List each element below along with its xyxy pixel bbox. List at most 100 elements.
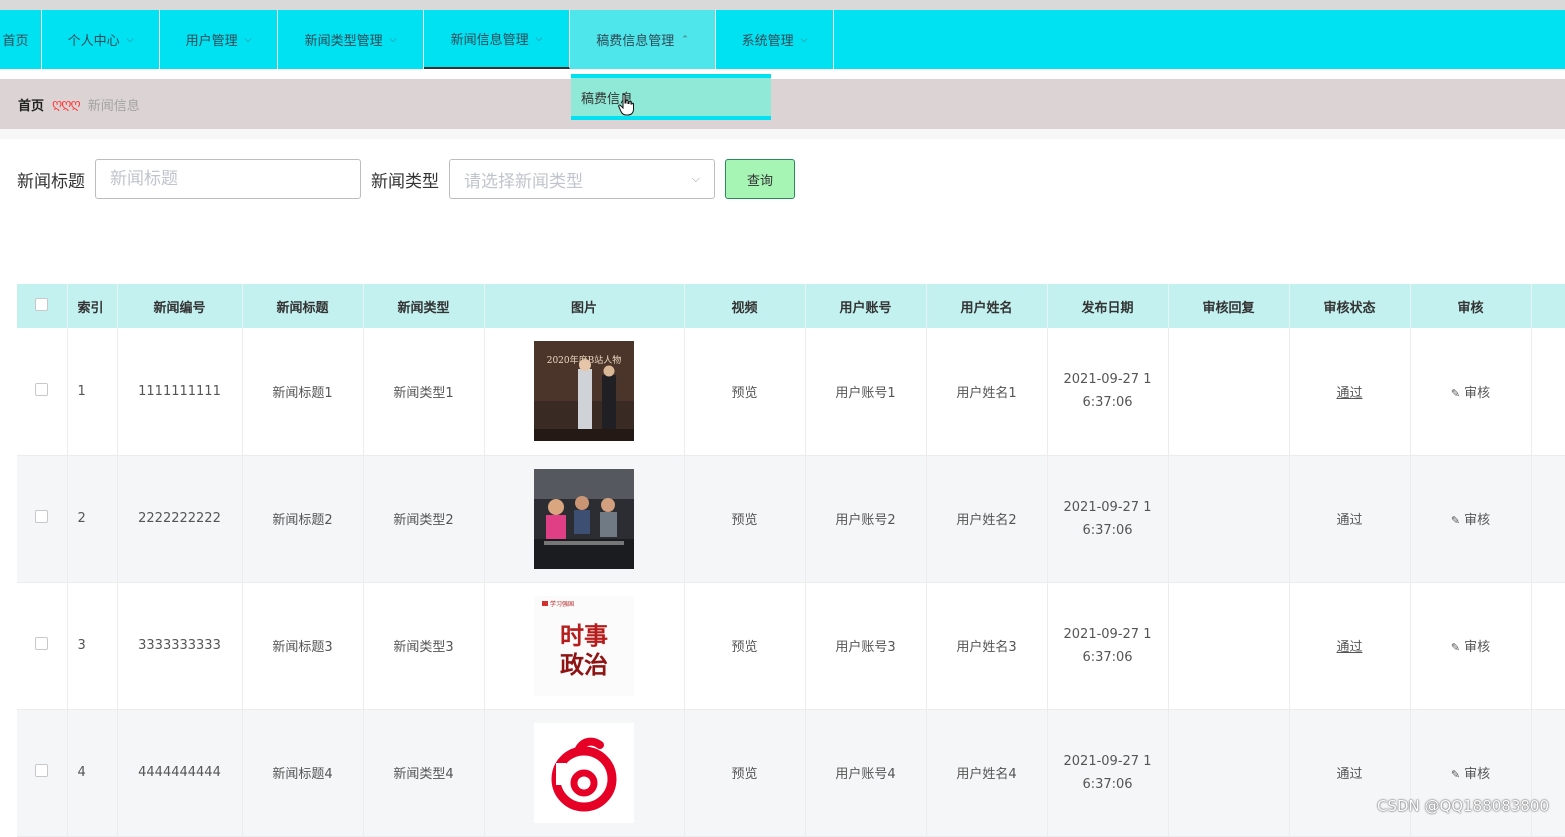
cell-video-preview[interactable]: 预览 [684,709,805,836]
cell-index: 3 [67,582,117,709]
cell-user-name: 用户姓名1 [926,328,1047,455]
news-thumbnail-netease-logo[interactable] [534,723,634,823]
date-line-1: 2021-09-27 1 [1064,627,1152,642]
chevron-down-icon: ⌵ [127,35,134,45]
cell-review-status: 通过 [1289,582,1410,709]
table-row: 3 3333333333 新闻标题3 新闻类型3 学习强国 时事 政治 预览 用… [17,582,1565,709]
nav-item-label: 首页 [2,30,28,49]
select-all-cell [17,284,67,328]
news-table: 索引 新闻编号 新闻标题 新闻类型 图片 视频 用户账号 用户姓名 发布日期 审… [17,284,1565,837]
nav-item-personal-center[interactable]: 个人中心 ⌵ [42,10,160,69]
poster-line-2: 政治 [560,651,608,679]
news-thumbnail-politics[interactable]: 学习强国 时事 政治 [534,596,634,696]
row-checkbox[interactable] [35,637,48,650]
table-row: 1 1111111111 新闻标题1 新闻类型1 2020年度B站人物 预览 用… [17,328,1565,455]
nav-item-system-management[interactable]: 系统管理 ⌵ [716,10,834,69]
date-line-2: 6:37:06 [1082,650,1132,665]
table-header-row: 索引 新闻编号 新闻标题 新闻类型 图片 视频 用户账号 用户姓名 发布日期 审… [17,284,1565,328]
cell-user-account: 用户账号3 [805,582,926,709]
query-button[interactable]: 查询 [725,159,795,199]
header-review-status: 审核状态 [1289,284,1410,328]
nav-item-news-info-management[interactable]: 新闻信息管理 ⌵ [424,10,570,69]
cell-review-action[interactable]: ✎ 审核 [1410,455,1531,582]
table-row: 4 4444444444 新闻标题4 新闻类型4 预览 用户账号4 用户姓名4 … [17,709,1565,836]
cell-news-title: 新闻标题3 [242,582,363,709]
review-button-label: 审核 [1464,386,1490,401]
cell-review-reply [1168,582,1289,709]
date-line-2: 6:37:06 [1082,523,1132,538]
cell-review-action[interactable]: ✎ 审核 [1410,328,1531,455]
date-line-1: 2021-09-27 1 [1064,754,1152,769]
nav-item-label: 用户管理 [186,30,238,49]
cell-index: 1 [67,328,117,455]
news-type-label: 新闻类型 [371,167,439,192]
edit-icon: ✎ [1451,387,1460,400]
row-checkbox[interactable] [35,764,48,777]
cell-image [484,709,684,836]
poster-line-1: 时事 [560,622,608,650]
section-divider [0,129,1565,139]
cell-news-title: 新闻标题4 [242,709,363,836]
fee-info-dropdown-menu: 稿费信息 [571,74,771,120]
cell-review-action[interactable]: ✎审核 [1410,709,1531,836]
hand-cursor-icon [618,94,634,116]
row-checkbox[interactable] [35,510,48,523]
row-select-cell [17,709,67,836]
dropdown-item-fee-info[interactable]: 稿费信息 [571,78,771,116]
cell-extra [1531,582,1565,709]
date-line-2: 6:37:06 [1082,777,1132,792]
date-line-2: 6:37:06 [1082,395,1132,410]
cell-extra [1531,709,1565,836]
news-type-select[interactable]: 请选择新闻类型 ⌵ [449,159,715,199]
chevron-down-icon: ⌵ [390,35,397,45]
news-type-placeholder: 请选择新闻类型 [464,167,583,192]
cell-review-status: 通过 [1289,328,1410,455]
chevron-up-icon: ⌃ [681,35,689,45]
search-bar: 新闻标题 新闻类型 请选择新闻类型 ⌵ 查询 [17,159,795,199]
cell-video-preview[interactable]: 预览 [684,455,805,582]
cell-image: 2020年度B站人物 [484,328,684,455]
header-extra [1531,284,1565,328]
news-title-input[interactable] [95,159,361,199]
chevron-down-icon: ⌵ [692,172,700,186]
cell-publish-date: 2021-09-27 16:37:06 [1047,455,1168,582]
header-image: 图片 [484,284,684,328]
cell-review-reply [1168,709,1289,836]
row-select-cell [17,582,67,709]
nav-item-fee-info-management[interactable]: 稿费信息管理 ⌃ [570,10,716,69]
cell-news-code: 1111111111 [117,328,242,455]
header-news-title: 新闻标题 [242,284,363,328]
nav-item-user-management[interactable]: 用户管理 ⌵ [160,10,278,69]
cell-video-preview[interactable]: 预览 [684,328,805,455]
cell-image [484,455,684,582]
cell-extra [1531,455,1565,582]
cell-user-name: 用户姓名4 [926,709,1047,836]
row-checkbox[interactable] [35,383,48,396]
cell-publish-date: 2021-09-27 1 6:37:06 [1047,328,1168,455]
cell-index: 4 [67,709,117,836]
date-line-1: 2021-09-27 1 [1064,372,1152,387]
watermark: CSDN @QQ188083800 [1377,797,1549,815]
poster-brand-text: 学习强国 [550,600,574,608]
news-thumbnail-stage[interactable]: 2020年度B站人物 [534,341,634,441]
cell-review-reply [1168,455,1289,582]
header-publish-date: 发布日期 [1047,284,1168,328]
nav-item-home[interactable]: 首页 [0,10,42,69]
cell-review-action[interactable]: ✎审核 [1410,582,1531,709]
cell-publish-date: 2021-09-27 1 6:37:06 [1047,582,1168,709]
cell-video-preview[interactable]: 预览 [684,582,805,709]
header-index: 索引 [67,284,117,328]
edit-icon: ✎ [1451,641,1460,654]
cell-user-account: 用户账号1 [805,328,926,455]
breadcrumb-home[interactable]: 首页 [18,95,44,114]
cell-review-status: 通过 [1289,709,1410,836]
header-video: 视频 [684,284,805,328]
news-thumbnail-gym[interactable] [534,469,634,569]
select-all-checkbox[interactable] [35,298,48,311]
cell-news-type: 新闻类型4 [363,709,484,836]
review-button-label: 审核 [1464,513,1490,528]
edit-icon: ✎ [1451,514,1460,527]
nav-item-news-type-management[interactable]: 新闻类型管理 ⌵ [278,10,424,69]
chevron-down-icon: ⌵ [245,35,252,45]
cell-news-code: 2222222222 [117,455,242,582]
